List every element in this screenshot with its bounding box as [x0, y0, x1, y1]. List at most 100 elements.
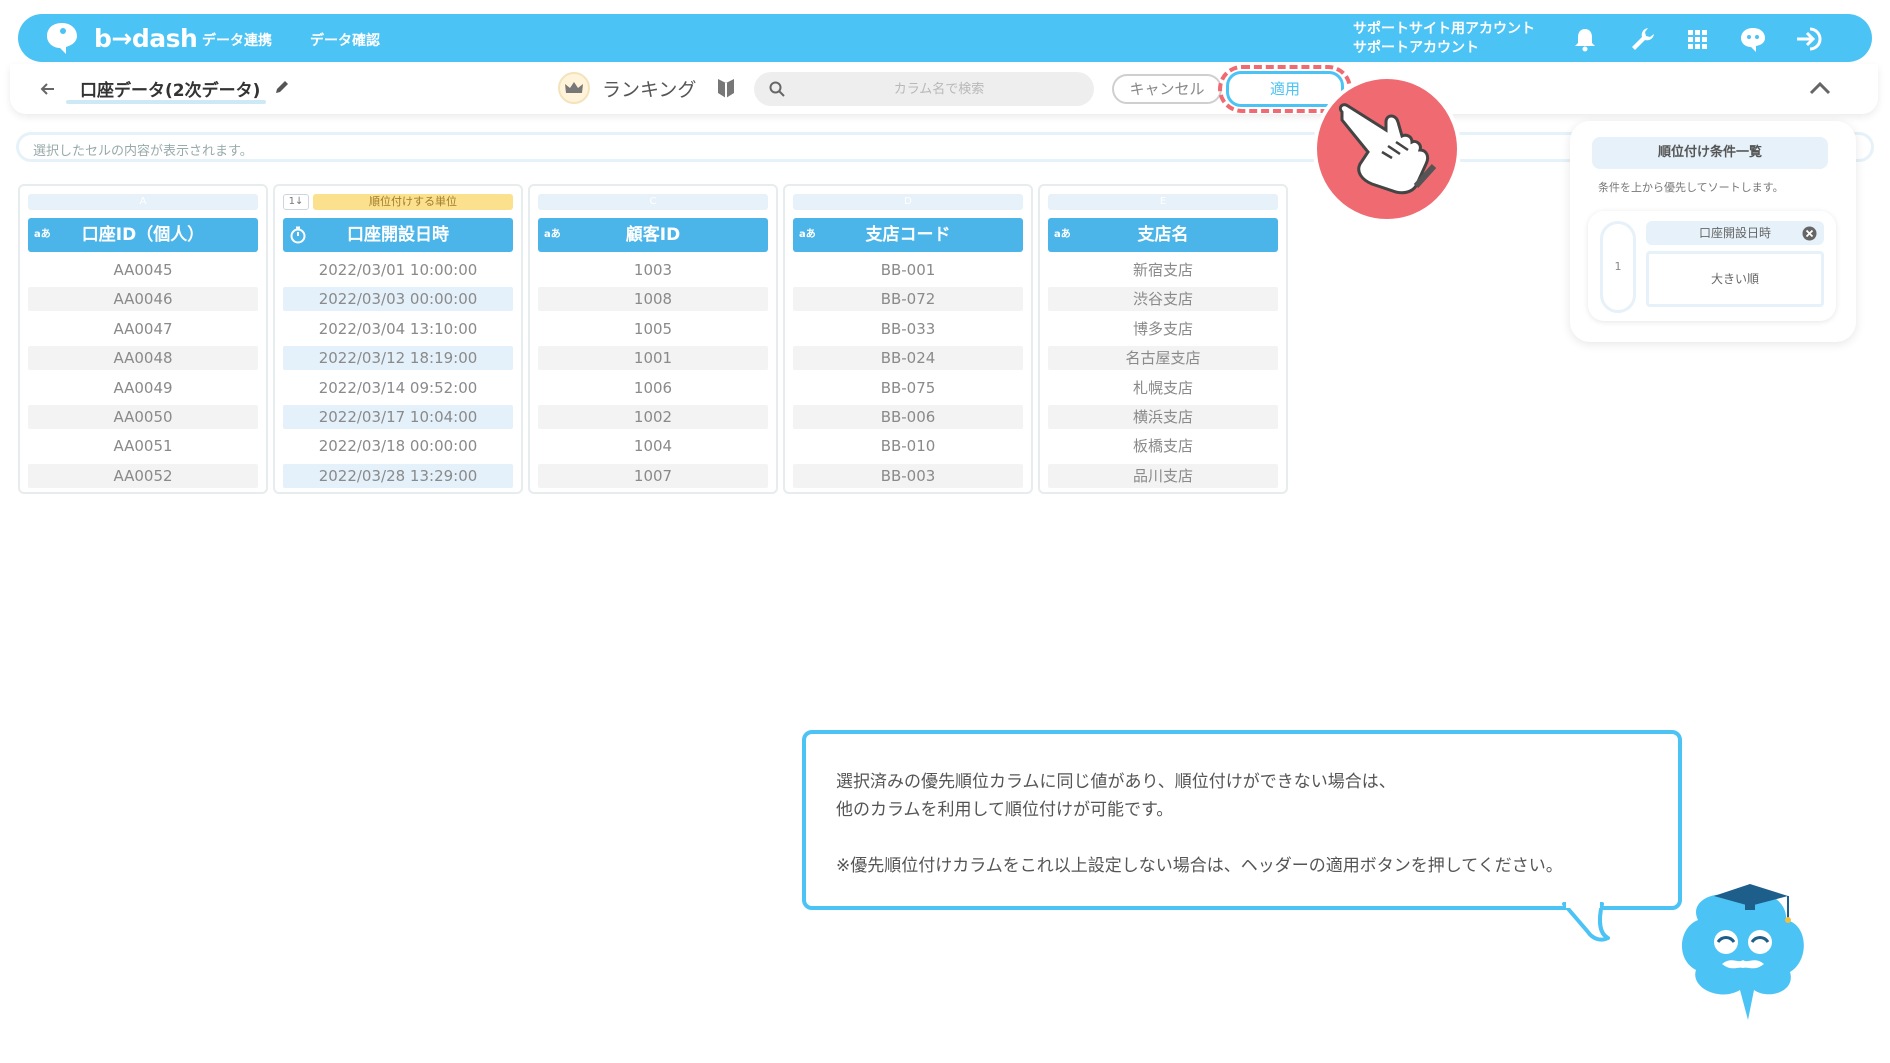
- column-header-label: 顧客ID: [625, 225, 681, 245]
- panel-note: 条件を上から優先してソートします。: [1598, 181, 1784, 194]
- table-cell[interactable]: 2022/03/03 00:00:00: [283, 287, 513, 312]
- bell-icon[interactable]: [1570, 24, 1600, 54]
- rank-unit-band: 順位付けする単位: [313, 194, 513, 210]
- datasource-title[interactable]: 口座データ(2次データ): [80, 76, 260, 101]
- table-cell[interactable]: 札幌支店: [1048, 376, 1278, 400]
- table-cell[interactable]: BB-024: [793, 346, 1023, 371]
- table-cell[interactable]: BB-072: [793, 287, 1023, 312]
- column-a[interactable]: A aあ 口座ID（個人） AA0045 AA0046 AA0047 AA004…: [18, 184, 268, 494]
- column-header[interactable]: 口座開設日時: [283, 218, 513, 252]
- nav-data-integration[interactable]: データ連携: [202, 30, 272, 50]
- bubble-tail: [1562, 902, 1610, 942]
- table-cell[interactable]: AA0047: [28, 317, 258, 341]
- column-header[interactable]: aあ 口座ID（個人）: [28, 218, 258, 252]
- table-cell[interactable]: 新宿支店: [1048, 258, 1278, 282]
- table-cell[interactable]: 1006: [538, 376, 768, 400]
- column-header[interactable]: aあ 顧客ID: [538, 218, 768, 252]
- ranking-toolbar: 口座データ(2次データ) ランキング キャンセル 適用: [10, 64, 1878, 114]
- table-cell[interactable]: AA0046: [28, 287, 258, 312]
- logout-icon[interactable]: [1794, 24, 1824, 54]
- column-header-label: 支店コード: [865, 225, 951, 245]
- table-cell[interactable]: 2022/03/12 18:19:00: [283, 346, 513, 371]
- table-cell[interactable]: BB-003: [793, 463, 1023, 488]
- ranking-conditions-panel: 順位付け条件一覧 条件を上から優先してソートします。 1 口座開設日時 大きい順: [1570, 121, 1856, 342]
- back-arrow-icon[interactable]: [40, 81, 56, 97]
- grid-icon[interactable]: [1682, 24, 1712, 54]
- table-cell[interactable]: 博多支店: [1048, 317, 1278, 341]
- table-cell[interactable]: 1007: [538, 463, 768, 488]
- close-icon[interactable]: [1802, 226, 1817, 241]
- type-tag: aあ: [1054, 229, 1071, 240]
- type-tag: aあ: [799, 229, 816, 240]
- crown-glyph-icon: [565, 82, 583, 93]
- table-cell[interactable]: AA0052: [28, 463, 258, 488]
- guide-line-3: ※優先順位付けカラムをこれ以上設定しない場合は、ヘッダーの適用ボタンを押してくだ…: [836, 856, 1563, 876]
- column-letter: A: [28, 194, 258, 210]
- leaf-icon[interactable]: [716, 76, 736, 100]
- table-cell[interactable]: 1004: [538, 434, 768, 458]
- search-input[interactable]: [794, 77, 1084, 101]
- guide-spacer: [836, 824, 1563, 852]
- column-b[interactable]: 1↓ 順位付けする単位 口座開設日時 2022/03/01 10:00:00 2…: [273, 184, 523, 494]
- table-cell[interactable]: 2022/03/14 09:52:00: [283, 376, 513, 400]
- table-cell[interactable]: 1008: [538, 287, 768, 312]
- table-cell[interactable]: BB-010: [793, 434, 1023, 458]
- table-cell[interactable]: 名古屋支店: [1048, 346, 1278, 371]
- column-c[interactable]: C aあ 顧客ID 1003 1008 1005 1001 1006 1002 …: [528, 184, 778, 494]
- condition-order-select[interactable]: 大きい順: [1646, 251, 1824, 307]
- logo-text: b→dash: [94, 24, 198, 53]
- column-letter: E: [1048, 194, 1278, 210]
- table-cell[interactable]: BB-001: [793, 258, 1023, 282]
- table-cell[interactable]: AA0045: [28, 258, 258, 282]
- table-cell[interactable]: 品川支店: [1048, 463, 1278, 488]
- table-cell[interactable]: AA0048: [28, 346, 258, 371]
- table-cell[interactable]: 2022/03/18 00:00:00: [283, 434, 513, 458]
- rank-chip[interactable]: 1↓: [283, 194, 309, 210]
- table-cell[interactable]: 2022/03/01 10:00:00: [283, 258, 513, 282]
- table-cell[interactable]: 1002: [538, 404, 768, 429]
- table-cell[interactable]: AA0050: [28, 404, 258, 429]
- table-cell[interactable]: AA0051: [28, 434, 258, 458]
- column-header-label: 口座ID（個人）: [81, 225, 205, 245]
- table-cell[interactable]: BB-006: [793, 404, 1023, 429]
- condition-index[interactable]: 1: [1600, 221, 1636, 313]
- table-cell[interactable]: 横浜支店: [1048, 404, 1278, 429]
- column-header[interactable]: aあ 支店名: [1048, 218, 1278, 252]
- table-cell[interactable]: 1001: [538, 346, 768, 371]
- nav-data-check[interactable]: データ確認: [310, 30, 380, 50]
- chevron-up-icon[interactable]: [1808, 78, 1832, 98]
- table-cell[interactable]: 2022/03/17 10:04:00: [283, 404, 513, 429]
- table-cell[interactable]: AA0049: [28, 376, 258, 400]
- guide-line-1: 選択済みの優先順位カラムに同じ値があり、順位付けができない場合は、: [836, 772, 1396, 792]
- table-cell[interactable]: 1003: [538, 258, 768, 282]
- hand-pointer-icon: [1313, 75, 1461, 223]
- chat-icon[interactable]: [1738, 24, 1768, 54]
- table-cell[interactable]: 2022/03/04 13:10:00: [283, 317, 513, 341]
- cancel-button[interactable]: キャンセル: [1112, 74, 1222, 104]
- type-tag: aあ: [544, 229, 561, 240]
- table-cell[interactable]: BB-033: [793, 317, 1023, 341]
- cell-viewer-placeholder: 選択したセルの内容が表示されます。: [33, 144, 253, 159]
- column-header-label: 口座開設日時: [347, 225, 449, 245]
- pencil-icon[interactable]: [273, 78, 291, 96]
- panel-title: 順位付け条件一覧: [1592, 137, 1828, 169]
- logo-bubble-icon: [47, 23, 77, 54]
- table-cell[interactable]: 1005: [538, 317, 768, 341]
- column-e[interactable]: E aあ 支店名 新宿支店 渋谷支店 博多支店 名古屋支店 札幌支店 横浜支店 …: [1038, 184, 1288, 494]
- account-sub: サポートアカウント: [1353, 40, 1479, 56]
- mascot-icon: [1681, 884, 1804, 1020]
- table-cell[interactable]: 2022/03/28 13:29:00: [283, 463, 513, 488]
- clock-icon: [290, 226, 306, 244]
- condition-card[interactable]: 1 口座開設日時 大きい順: [1588, 211, 1836, 321]
- account-info[interactable]: サポートサイト用アカウント サポートアカウント: [1353, 20, 1535, 58]
- account-name: サポートサイト用アカウント: [1353, 21, 1535, 37]
- bdash-logo[interactable]: b→dash: [34, 20, 198, 56]
- wrench-icon[interactable]: [1628, 24, 1658, 54]
- column-header[interactable]: aあ 支店コード: [793, 218, 1023, 252]
- column-d[interactable]: D aあ 支店コード BB-001 BB-072 BB-033 BB-024 B…: [783, 184, 1033, 494]
- table-cell[interactable]: 板橋支店: [1048, 434, 1278, 458]
- column-cells: 2022/03/01 10:00:00 2022/03/03 00:00:00 …: [283, 258, 513, 493]
- table-cell[interactable]: 渋谷支店: [1048, 287, 1278, 312]
- guide-speech-bubble: 選択済みの優先順位カラムに同じ値があり、順位付けができない場合は、 他のカラムを…: [802, 730, 1682, 910]
- table-cell[interactable]: BB-075: [793, 376, 1023, 400]
